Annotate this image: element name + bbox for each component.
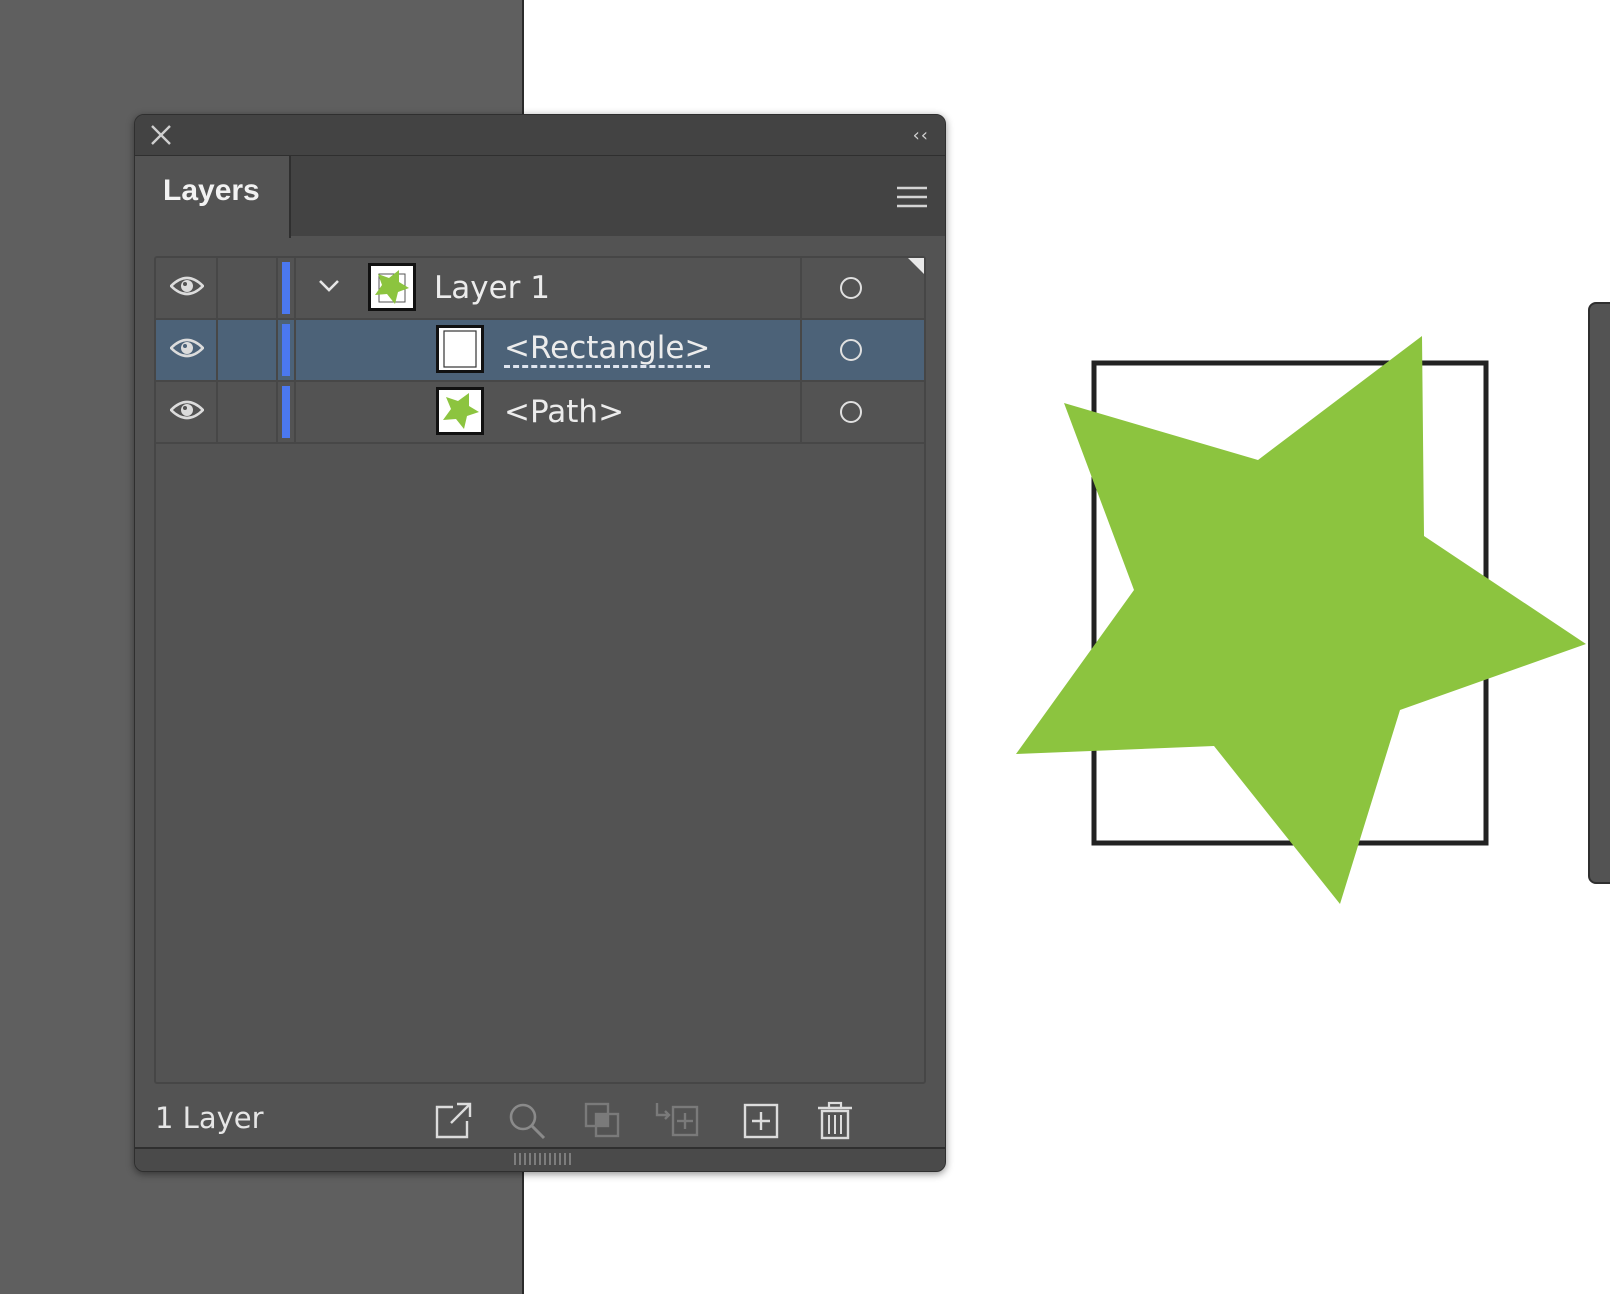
- layer-color-bar: [282, 262, 290, 314]
- layer-color-bar: [282, 324, 290, 376]
- star-shape[interactable]: [1016, 336, 1586, 904]
- collapse-double-chevron-icon[interactable]: ‹‹: [913, 125, 929, 146]
- layer-count-label: 1 Layer: [155, 1101, 264, 1135]
- layer-row-rectangle[interactable]: <Rectangle>: [156, 320, 924, 382]
- resize-grip-icon[interactable]: [513, 1153, 571, 1165]
- locate-object-search-icon[interactable]: [507, 1101, 547, 1141]
- target-circle-icon[interactable]: [840, 277, 862, 299]
- column-divider: [276, 258, 278, 318]
- layer-row-path[interactable]: <Path>: [156, 382, 924, 444]
- panel-resize-bar[interactable]: [135, 1147, 945, 1171]
- panel-tab-bar: Layers: [135, 156, 945, 238]
- make-clipping-mask-icon[interactable]: [583, 1101, 623, 1141]
- layer-color-bar: [282, 386, 290, 438]
- target-circle-icon[interactable]: [840, 339, 862, 361]
- collapsed-side-panel[interactable]: [1588, 302, 1610, 884]
- export-icon[interactable]: [433, 1101, 473, 1141]
- panel-menu-icon[interactable]: [897, 186, 927, 208]
- layers-list[interactable]: Layer 1 <Rectangle> <Path>: [154, 256, 926, 1084]
- star-thumbnail: [436, 387, 484, 435]
- column-divider: [800, 382, 802, 442]
- column-divider: [216, 382, 218, 442]
- column-divider: [294, 382, 296, 442]
- panel-titlebar[interactable]: ‹‹: [135, 115, 945, 156]
- rectangle-thumbnail: [436, 325, 484, 373]
- column-divider: [216, 320, 218, 380]
- tab-layers-label: Layers: [163, 174, 260, 207]
- delete-trash-icon[interactable]: [815, 1101, 855, 1141]
- create-new-layer-icon[interactable]: [741, 1101, 781, 1141]
- close-icon[interactable]: [149, 123, 173, 147]
- panel-footer: 1 Layer: [135, 1097, 945, 1153]
- create-sublayer-icon[interactable]: [653, 1101, 701, 1141]
- column-divider: [216, 258, 218, 318]
- column-divider: [276, 382, 278, 442]
- chevron-down-icon[interactable]: [318, 278, 340, 294]
- eye-icon[interactable]: [170, 274, 204, 298]
- layer-row-layer-1[interactable]: Layer 1: [156, 258, 924, 320]
- column-divider: [276, 320, 278, 380]
- column-divider: [800, 258, 802, 318]
- target-circle-icon[interactable]: [840, 401, 862, 423]
- column-divider: [294, 258, 296, 318]
- column-divider: [294, 320, 296, 380]
- layer-name[interactable]: <Rectangle>: [504, 332, 711, 368]
- column-divider: [800, 320, 802, 380]
- star-thumbnail: [368, 263, 416, 311]
- tab-layers[interactable]: Layers: [135, 156, 291, 238]
- eye-icon[interactable]: [170, 398, 204, 422]
- layers-panel: ‹‹ Layers Layer 1 <Rectangle> <Path> 1 L…: [134, 114, 946, 1172]
- layer-name[interactable]: <Path>: [504, 394, 624, 430]
- layer-name[interactable]: Layer 1: [434, 270, 550, 306]
- eye-icon[interactable]: [170, 336, 204, 360]
